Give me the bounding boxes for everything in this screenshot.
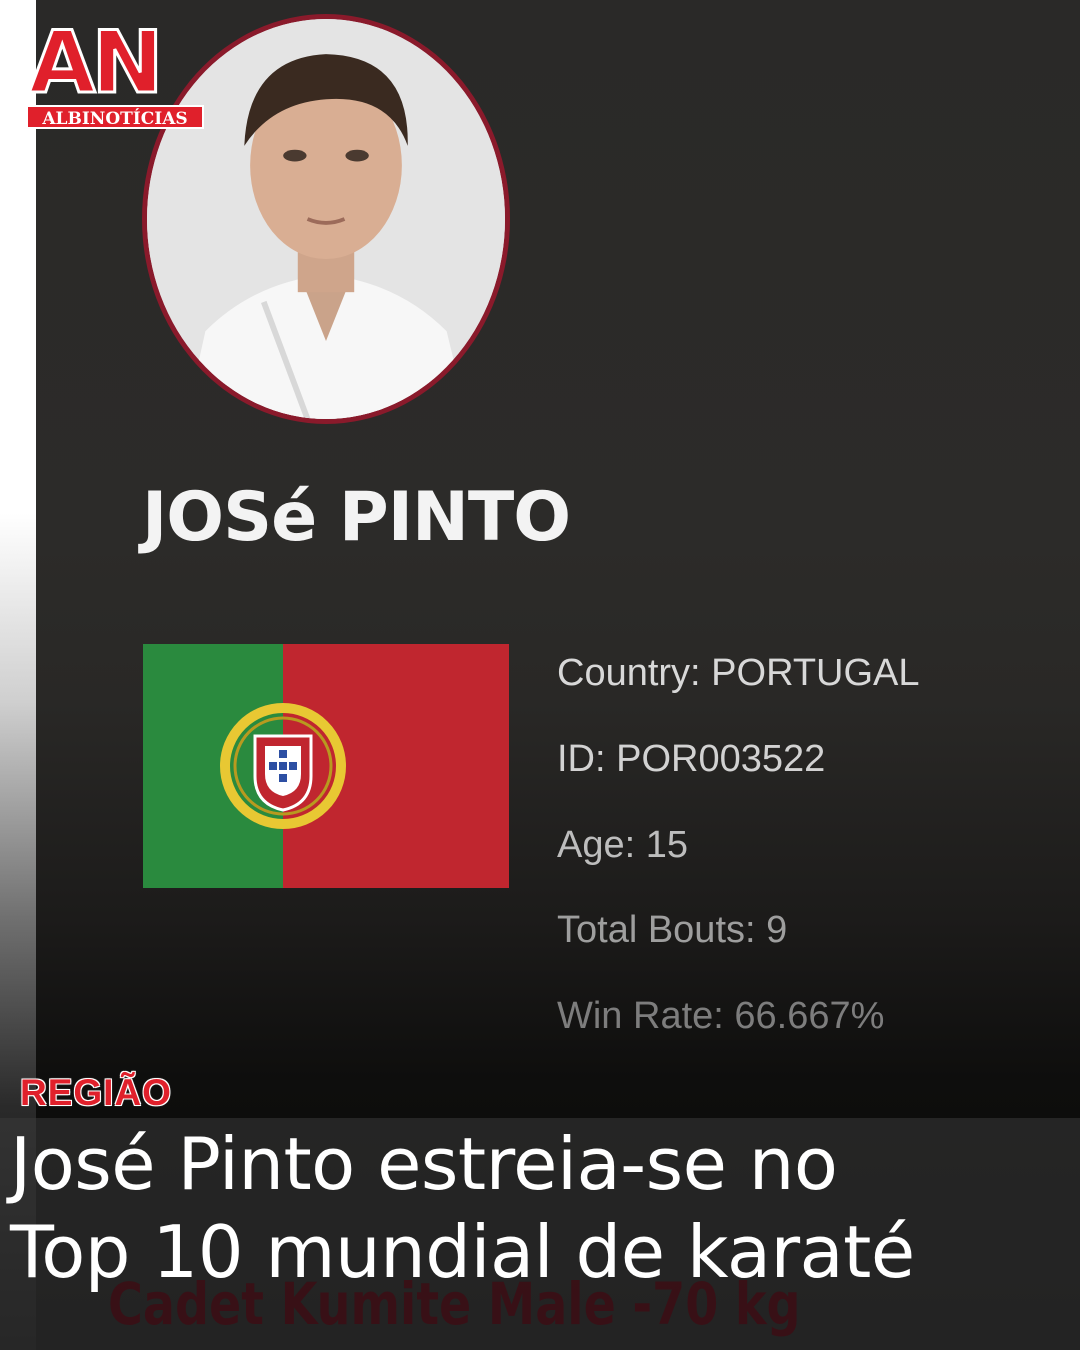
athlete-name: JOSé PINTO: [142, 478, 571, 557]
logo-letters: AN: [29, 20, 160, 113]
country-label: Country: PORTUGAL: [557, 652, 920, 694]
total-bouts-label: Total Bouts: 9: [557, 909, 788, 951]
portugal-flag-icon: [143, 644, 509, 888]
article-headline[interactable]: José Pinto estreia-se no Top 10 mundial …: [10, 1120, 1070, 1296]
logo-brand: ALBINOTÍCIAS: [41, 108, 187, 129]
albinoticias-logo: AN ALBINOTÍCIAS: [25, 20, 205, 132]
headline-line-1: José Pinto estreia-se no: [10, 1122, 838, 1206]
athlete-id-label: ID: POR003522: [557, 738, 826, 780]
section-tag[interactable]: REGIÃO: [20, 1072, 172, 1114]
win-rate-label: Win Rate: 66.667%: [557, 995, 885, 1037]
headline-line-2: Top 10 mundial de karaté: [10, 1210, 915, 1294]
age-label: Age: 15: [557, 824, 688, 866]
